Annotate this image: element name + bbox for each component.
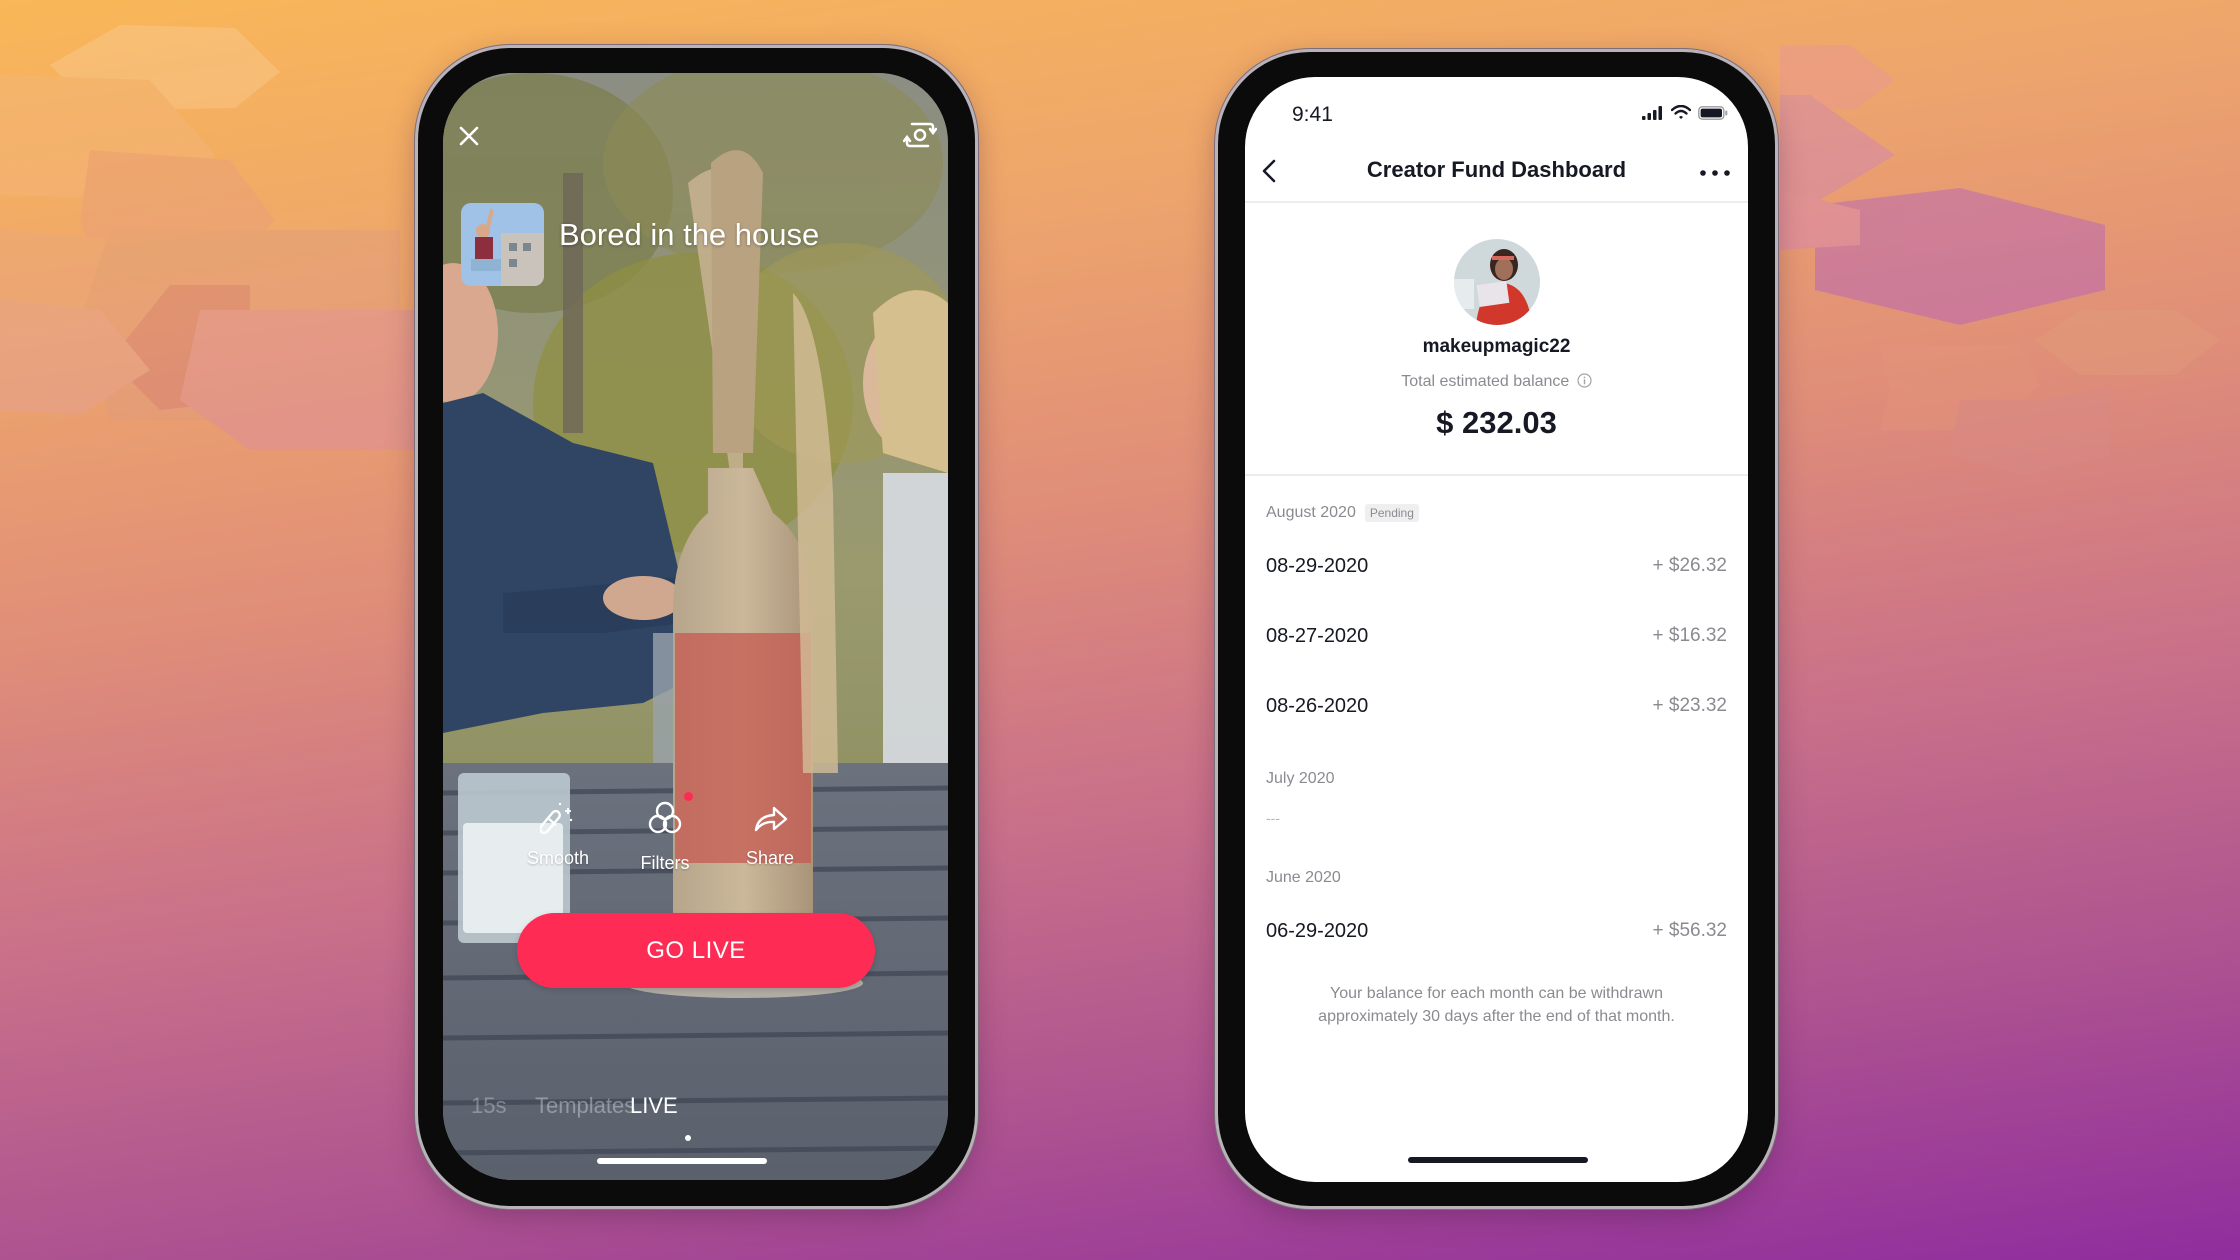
- withdrawal-note-line: approximately 30 days after the end of t…: [1318, 1008, 1675, 1025]
- page-title: Creator Fund Dashboard: [1366, 157, 1627, 182]
- avatar-image: [1454, 239, 1540, 325]
- withdrawal-note-line: Your balance for each month can be withd…: [1330, 985, 1663, 1002]
- username: makeupmagic22: [1422, 336, 1571, 357]
- tab-templates[interactable]: Templates: [535, 1093, 635, 1119]
- battery-icon: [1698, 105, 1728, 120]
- home-indicator[interactable]: [1408, 1157, 1588, 1163]
- balance-amount: $ 232.03: [1436, 405, 1557, 440]
- empty-month-placeholder: ---: [1266, 810, 1280, 826]
- earning-date: 06-29-2020: [1266, 919, 1369, 942]
- notification-dot: [684, 792, 693, 801]
- pending-badge: Pending: [1364, 504, 1419, 522]
- live-title[interactable]: Bored in the house: [559, 217, 819, 253]
- earning-amount: + $56.32: [1652, 920, 1728, 941]
- balance-label: Total estimated balance: [1245, 373, 1748, 391]
- balance-label-text: Total estimated balance: [1401, 373, 1570, 390]
- filters-icon: [648, 801, 682, 834]
- nav-divider: [1245, 201, 1748, 203]
- earning-date: 08-27-2020: [1266, 624, 1369, 647]
- earning-amount: + $23.32: [1652, 695, 1728, 716]
- go-live-button[interactable]: GO LIVE: [517, 913, 875, 988]
- magic-wand-icon: [540, 802, 573, 835]
- tool-label: Share: [745, 848, 795, 868]
- status-icons: [1642, 105, 1728, 120]
- month-label: July 2020: [1266, 770, 1335, 787]
- earning-amount: + $26.32: [1652, 555, 1728, 576]
- earning-amount: + $16.32: [1652, 625, 1728, 646]
- phone-live-camera: Bored in the house Smooth Filters Share …: [418, 48, 975, 1206]
- tool-label: Filters: [640, 853, 690, 873]
- tool-label: Smooth: [526, 848, 590, 868]
- flip-camera-icon: [903, 122, 937, 148]
- earning-row[interactable]: 08-26-2020 + $23.32: [1266, 691, 1727, 721]
- background-hexagons: [0, 25, 2220, 475]
- flip-camera-button[interactable]: [896, 111, 944, 159]
- cover-image: [461, 203, 544, 286]
- month-header-august: August 2020 Pending: [1266, 504, 1419, 522]
- wifi-icon: [1671, 105, 1691, 119]
- close-button[interactable]: [446, 113, 492, 159]
- phone-creator-fund: 9:41 Creator Fund Dashboard makeupmagic2…: [1218, 52, 1775, 1206]
- earning-date: 08-29-2020: [1266, 554, 1369, 577]
- tool-share[interactable]: Share: [715, 800, 825, 869]
- tool-filters[interactable]: Filters: [610, 792, 720, 874]
- earning-row[interactable]: 06-29-2020 + $56.32: [1266, 916, 1727, 946]
- info-icon[interactable]: [1577, 373, 1592, 388]
- more-horizontal-icon: [1700, 170, 1730, 176]
- home-indicator[interactable]: [597, 1158, 767, 1164]
- more-options-button[interactable]: [1693, 153, 1737, 193]
- month-label: June 2020: [1266, 869, 1341, 886]
- month-header-june: June 2020: [1266, 869, 1341, 887]
- tab-15s[interactable]: 15s: [471, 1093, 506, 1119]
- status-time: 9:41: [1292, 103, 1333, 126]
- withdrawal-note: Your balance for each month can be withd…: [1275, 982, 1718, 1028]
- signal-icon: [1642, 105, 1662, 120]
- avatar[interactable]: [1454, 239, 1540, 325]
- live-camera-screen: Bored in the house Smooth Filters Share …: [443, 73, 948, 1180]
- close-icon: [459, 126, 479, 146]
- month-label: August 2020: [1266, 504, 1356, 521]
- active-tab-dot: [685, 1135, 691, 1141]
- creator-fund-screen: 9:41 Creator Fund Dashboard makeupmagic2…: [1245, 77, 1748, 1182]
- live-cover-thumbnail[interactable]: [461, 203, 544, 286]
- tab-live[interactable]: LIVE: [630, 1093, 678, 1119]
- share-icon: [754, 806, 788, 832]
- month-header-july: July 2020: [1266, 770, 1335, 788]
- earning-date: 08-26-2020: [1266, 694, 1369, 717]
- earning-row[interactable]: 08-27-2020 + $16.32: [1266, 621, 1727, 651]
- tool-smooth[interactable]: Smooth: [503, 800, 613, 869]
- earning-row[interactable]: 08-29-2020 + $26.32: [1266, 551, 1727, 581]
- profile-divider: [1245, 474, 1748, 476]
